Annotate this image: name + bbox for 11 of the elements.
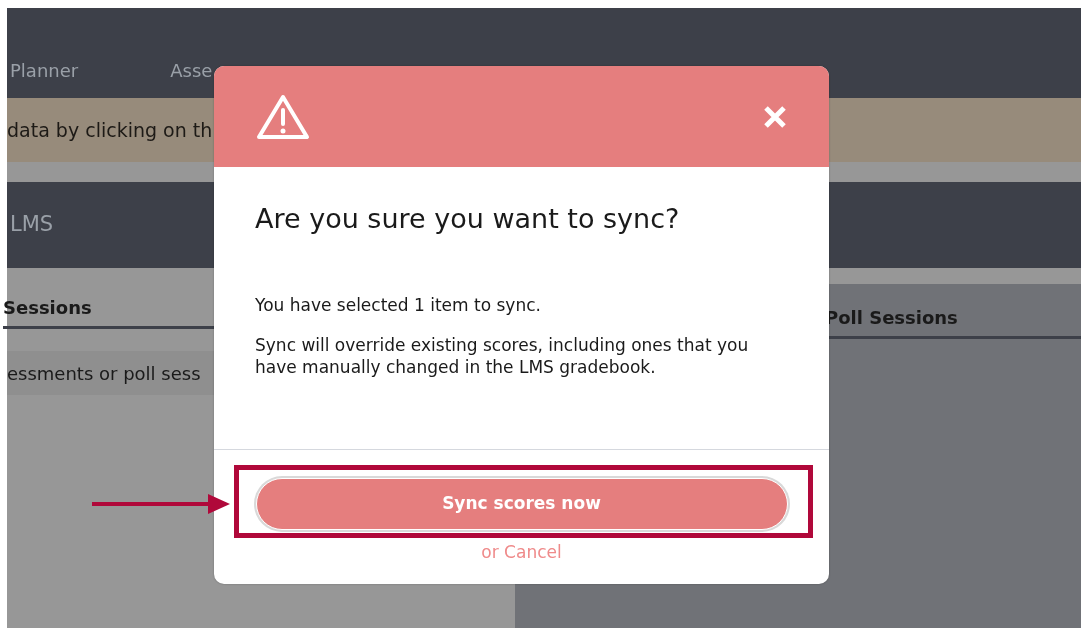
nav-tab[interactable]: Asse (170, 57, 213, 84)
nav-tab[interactable]: Planner (10, 57, 79, 84)
sync-button[interactable]: Sync scores now (255, 478, 788, 530)
close-icon[interactable] (763, 104, 787, 129)
dialog-message: Sync will override existing scores, including ones that you have manually changed in the LMS gradebook. (255, 334, 750, 378)
list-row-text: essments or poll sess (7, 361, 201, 386)
cancel-link[interactable]: or Cancel (481, 540, 562, 566)
dialog-title: Are you sure you want to sync? (255, 202, 681, 236)
banner-text: data by clicking on th (7, 117, 213, 143)
warning-icon (256, 92, 310, 141)
section-title: LMS (10, 211, 54, 239)
